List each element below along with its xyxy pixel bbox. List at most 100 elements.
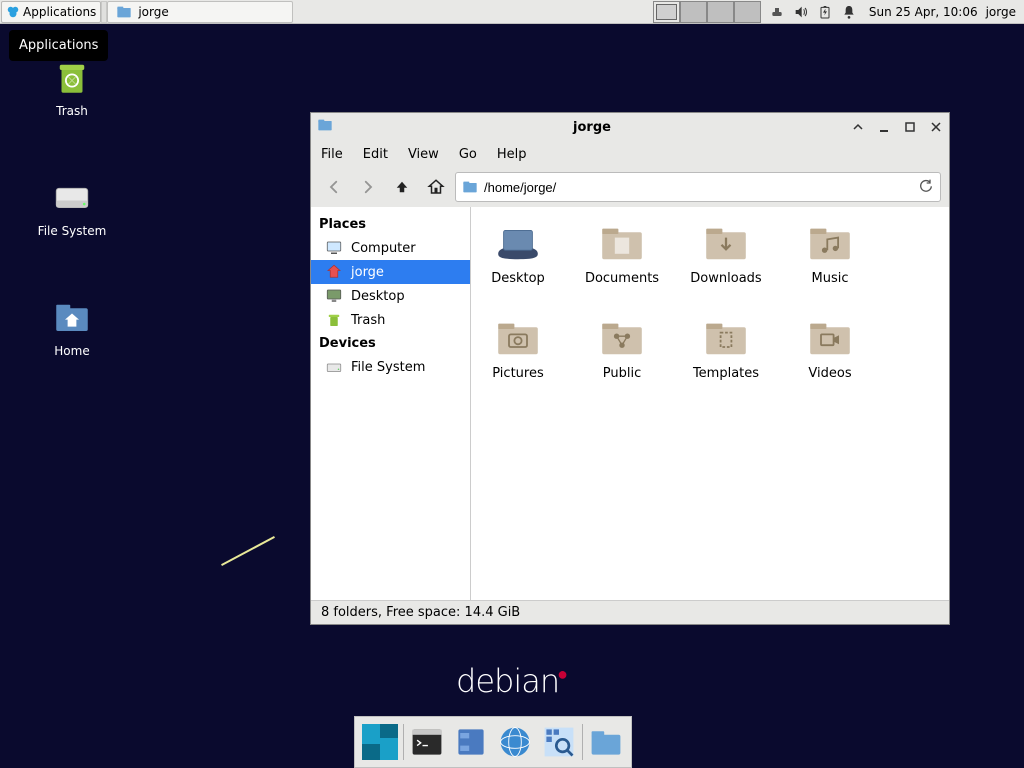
menubar: File Edit View Go Help bbox=[311, 141, 949, 167]
network-icon[interactable] bbox=[769, 4, 785, 20]
taskbar-entry-label: jorge bbox=[138, 5, 168, 19]
menu-file[interactable]: File bbox=[321, 147, 343, 162]
folder-desktop[interactable]: Desktop bbox=[481, 221, 555, 286]
address-input[interactable] bbox=[484, 180, 912, 195]
window-maximize-button[interactable] bbox=[903, 120, 917, 134]
status-bar: 8 folders, Free space: 14.4 GiB bbox=[311, 600, 949, 624]
battery-icon[interactable] bbox=[817, 4, 833, 20]
nav-up-button[interactable] bbox=[387, 172, 417, 202]
debian-logo: debian● bbox=[456, 662, 569, 700]
clock[interactable]: Sun 25 Apr, 10:06 bbox=[865, 5, 982, 19]
places-sidebar: Places Computer jorge Desktop Trash Devi… bbox=[311, 207, 471, 600]
user-menu[interactable]: jorge bbox=[982, 5, 1024, 19]
menu-go[interactable]: Go bbox=[459, 147, 477, 162]
home-folder-icon bbox=[51, 296, 93, 338]
file-view[interactable]: Desktop Documents Downloads Music Pictur… bbox=[471, 207, 949, 600]
dock-app-finder[interactable] bbox=[538, 721, 580, 763]
sidebar-label: File System bbox=[351, 360, 425, 375]
toolbar bbox=[311, 167, 949, 207]
folder-documents[interactable]: Documents bbox=[585, 221, 659, 286]
folder-label: Music bbox=[812, 271, 849, 286]
window-icon bbox=[317, 117, 333, 137]
dock bbox=[354, 716, 632, 768]
sidebar-label: Trash bbox=[351, 313, 385, 328]
nav-home-button[interactable] bbox=[421, 172, 451, 202]
folder-pictures[interactable]: Pictures bbox=[481, 316, 555, 381]
workspace-pager[interactable] bbox=[653, 1, 761, 23]
folder-videos[interactable]: Videos bbox=[793, 316, 867, 381]
drive-icon bbox=[51, 176, 93, 218]
dock-web-browser[interactable] bbox=[494, 721, 536, 763]
sidebar-item-computer[interactable]: Computer bbox=[311, 236, 470, 260]
folder-music[interactable]: Music bbox=[793, 221, 867, 286]
system-tray bbox=[761, 4, 865, 20]
window-up-button[interactable] bbox=[851, 120, 865, 134]
reload-button[interactable] bbox=[918, 177, 934, 197]
sidebar-item-jorge[interactable]: jorge bbox=[311, 260, 470, 284]
nav-back-button[interactable] bbox=[319, 172, 349, 202]
folder-label: Templates bbox=[693, 366, 759, 381]
folder-icon bbox=[491, 316, 545, 360]
folder-icon bbox=[116, 4, 132, 20]
folder-icon bbox=[803, 316, 857, 360]
dock-show-desktop[interactable] bbox=[359, 721, 401, 763]
workspace-2[interactable] bbox=[680, 1, 707, 23]
desktop-icon-home[interactable]: Home bbox=[24, 296, 120, 358]
workspace-3[interactable] bbox=[707, 1, 734, 23]
folder-icon bbox=[595, 221, 649, 265]
dock-file-manager[interactable] bbox=[450, 721, 492, 763]
folder-label: Downloads bbox=[690, 271, 761, 286]
menu-edit[interactable]: Edit bbox=[363, 147, 388, 162]
file-manager-window: jorge File Edit View Go Help Places Co bbox=[310, 112, 950, 625]
window-titlebar[interactable]: jorge bbox=[311, 113, 949, 141]
top-panel: Applications jorge Sun 25 Apr, 10:06 jor… bbox=[0, 0, 1024, 24]
address-bar[interactable] bbox=[455, 172, 941, 202]
trash-icon bbox=[325, 311, 343, 329]
folder-label: Videos bbox=[808, 366, 851, 381]
applications-menu-button[interactable]: Applications bbox=[1, 1, 101, 23]
folder-icon bbox=[462, 179, 478, 195]
menu-help[interactable]: Help bbox=[497, 147, 527, 162]
workspace-4[interactable] bbox=[734, 1, 761, 23]
notifications-icon[interactable] bbox=[841, 4, 857, 20]
folder-icon bbox=[699, 316, 753, 360]
nav-forward-button[interactable] bbox=[353, 172, 383, 202]
sidebar-item-trash[interactable]: Trash bbox=[311, 308, 470, 332]
folder-label: Public bbox=[603, 366, 641, 381]
menu-view[interactable]: View bbox=[408, 147, 439, 162]
volume-icon[interactable] bbox=[793, 4, 809, 20]
desktop-icon-label: File System bbox=[38, 224, 107, 238]
window-minimize-button[interactable] bbox=[877, 120, 891, 134]
dock-terminal[interactable] bbox=[406, 721, 448, 763]
folder-label: Documents bbox=[585, 271, 659, 286]
desktop-icon-label: Home bbox=[54, 344, 89, 358]
folder-label: Desktop bbox=[491, 271, 545, 286]
applications-label: Applications bbox=[23, 5, 96, 19]
workspace-1[interactable] bbox=[653, 1, 680, 23]
xfce-mouse-icon bbox=[6, 5, 20, 19]
folder-icon bbox=[699, 221, 753, 265]
taskbar-entry-jorge[interactable]: jorge bbox=[107, 1, 293, 23]
window-title: jorge bbox=[339, 120, 845, 135]
folder-icon bbox=[491, 221, 545, 265]
sidebar-label: jorge bbox=[351, 265, 384, 280]
desktop-decor-line bbox=[221, 536, 275, 566]
folder-templates[interactable]: Templates bbox=[689, 316, 763, 381]
window-close-button[interactable] bbox=[929, 120, 943, 134]
sidebar-item-filesystem[interactable]: File System bbox=[311, 355, 470, 379]
folder-downloads[interactable]: Downloads bbox=[689, 221, 763, 286]
desktop-icon bbox=[325, 287, 343, 305]
status-text: 8 folders, Free space: 14.4 GiB bbox=[321, 605, 520, 620]
folder-public[interactable]: Public bbox=[585, 316, 659, 381]
sidebar-label: Computer bbox=[351, 241, 416, 256]
desktop-icon-trash[interactable]: Trash bbox=[24, 56, 120, 118]
folder-icon bbox=[595, 316, 649, 360]
sidebar-devices-header: Devices bbox=[311, 332, 470, 355]
desktop-icon-label: Trash bbox=[56, 104, 88, 118]
sidebar-label: Desktop bbox=[351, 289, 405, 304]
computer-icon bbox=[325, 239, 343, 257]
desktop-icon-filesystem[interactable]: File System bbox=[24, 176, 120, 238]
home-icon bbox=[325, 263, 343, 281]
dock-folder[interactable] bbox=[585, 721, 627, 763]
sidebar-item-desktop[interactable]: Desktop bbox=[311, 284, 470, 308]
